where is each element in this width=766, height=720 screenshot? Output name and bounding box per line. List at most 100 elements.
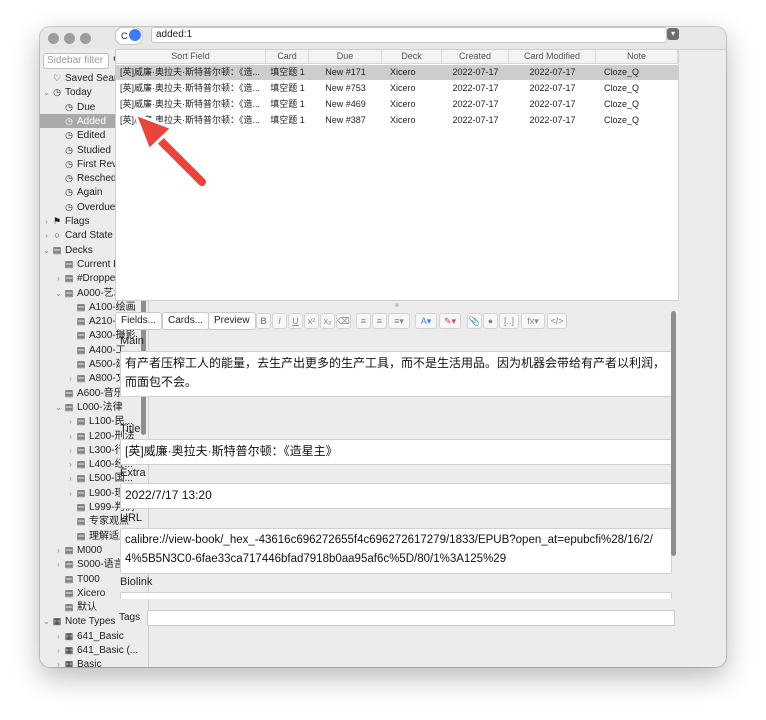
column-header[interactable]: Card Modified [509,50,596,63]
chevron-right-icon[interactable]: › [54,544,63,557]
chevron-down-icon[interactable]: ⌄ [42,86,51,99]
deck-icon: ▤ [64,387,74,398]
deck-icon: ▤ [64,573,74,584]
table-cell-sort: [英]威廉·奥拉夫·斯特普尔顿：《造... [120,67,260,77]
sidebar-item[interactable]: › ▦ 641_Basic (... [40,643,140,657]
table-cell-card: 填空题 1 [270,83,305,93]
align-icon[interactable]: ≡▾ [388,313,410,329]
column-header[interactable]: Created [442,50,509,63]
table-cell-due: New #753 [325,83,366,93]
deck-icon: ▤ [52,244,62,255]
column-header[interactable]: Deck [382,50,442,63]
table-cell-due: New #469 [325,99,366,109]
table-cell-sort: [英]威廉·奥拉夫·斯特普尔顿：《造... [120,115,260,125]
sidebar-filter-input[interactable]: Sidebar filter [43,53,109,69]
field-editor[interactable] [120,592,672,599]
table-row[interactable]: [英]威廉·奥拉夫·斯特普尔顿：《造... 填空题 1 New #753 Xicero… [116,81,678,96]
superscript-icon[interactable]: x² [304,313,319,329]
deck-icon: ▤ [64,559,74,570]
field-editor[interactable]: [英]威廉·奥拉夫·斯特普尔顿：《造星主》 [120,439,672,465]
sidebar-item-label: Today [65,87,92,99]
chevron-right-icon[interactable]: › [54,658,63,667]
deck-icon: ▤ [64,544,74,555]
text-color-icon[interactable]: A▾ [415,313,437,329]
cloze-icon[interactable]: [..] [499,313,519,329]
editor-scrollbar[interactable] [671,311,676,556]
column-header[interactable]: Sort Field [116,50,266,63]
deck-icon: ▤ [76,359,86,369]
field-editor[interactable]: calibre://view-book/_hex_-43616c69627265… [120,528,672,574]
chevron-right-icon[interactable]: › [66,430,75,443]
sidebar-item[interactable]: › ▦ 641_Basic [40,629,140,643]
math-icon[interactable]: fx▾ [521,313,545,329]
sidebar-item[interactable]: › ▦ Basic [40,657,140,667]
deck-icon: ▤ [64,401,74,412]
eraser-icon[interactable]: ⌫ [336,313,351,329]
chevron-right-icon[interactable]: › [66,472,75,485]
table-cell-modified: 2022-07-17 [529,99,576,109]
chevron-right-icon[interactable]: › [42,229,51,242]
tags-bar: Tags [115,610,677,628]
column-header[interactable]: Due [309,50,382,63]
search-bar: C added:1 ▾ [115,27,679,45]
editor-toolbar: Fields... Cards... Preview B I U x² x₂ ⌫… [115,312,677,330]
field-editor[interactable]: 有产者压榨工人的能量，去生产出更多的生产工具，而不是生活用品。因为机器会带给有产… [120,351,672,397]
chevron-right-icon[interactable]: › [66,444,75,457]
deck-icon: ▤ [64,273,74,284]
column-header[interactable]: Note [596,50,678,63]
numbered-list-icon[interactable]: ≡ [372,313,387,329]
chevron-down-icon[interactable]: ⌄ [42,244,51,257]
table-row[interactable]: [英]威廉·奥拉夫·斯特普尔顿：《造... 填空题 1 New #387 Xicero… [116,113,678,128]
table-cell-deck: Xicero [390,99,416,109]
bullet-list-icon[interactable]: ≡ [356,313,371,329]
field-editor[interactable]: 2022/7/17 13:20 [120,483,672,509]
underline-icon[interactable]: U [288,313,303,329]
chevron-right-icon[interactable]: › [66,458,75,471]
table-cell-modified: 2022-07-17 [529,83,576,93]
cards-button[interactable]: Cards... [162,312,210,330]
subscript-icon[interactable]: x₂ [320,313,335,329]
table-row[interactable]: [英]威廉·奥拉夫·斯特普尔顿：《造... 填空题 1 New #171 Xicero… [116,65,678,80]
table-row[interactable]: [英]威廉·奥拉夫·斯特普尔顿：《造... 填空题 1 New #469 Xicero… [116,97,678,112]
notetype-icon: ▦ [64,659,74,667]
html-editor-icon[interactable]: </> [547,313,567,329]
table-cell-due: New #171 [325,67,366,77]
chevron-down-icon[interactable]: ⌄ [42,615,51,628]
fields-button[interactable]: Fields... [115,312,163,330]
chevron-right-icon[interactable]: › [66,415,75,428]
preview-button[interactable]: Preview [208,312,256,330]
chevron-right-icon[interactable]: › [54,272,63,285]
table-cell-deck: Xicero [390,115,416,125]
deck-icon: ▤ [76,416,86,427]
cards-notes-toggle[interactable]: C [115,27,143,45]
sidebar-item-label: Overdue [77,201,116,213]
table-cell-note: Cloze_Q [604,115,640,125]
deck-icon: ▤ [64,602,74,613]
clock-icon: ◷ [65,187,73,198]
chevron-down-icon[interactable]: ⌄ [54,401,63,414]
chevron-right-icon[interactable]: › [54,558,63,571]
microphone-icon[interactable]: ● [483,313,498,329]
column-header[interactable]: Card [266,50,309,63]
sidebar-item-label: Studied [77,144,111,156]
chevron-right-icon[interactable]: › [54,630,63,643]
bold-icon[interactable]: B [256,313,271,329]
italic-icon[interactable]: I [272,313,287,329]
search-input[interactable]: added:1 [151,27,667,43]
highlight-icon[interactable]: ✎▾ [439,313,461,329]
chevron-right-icon[interactable]: › [66,372,75,385]
sidebar-item-label: Note Types [65,616,116,628]
chevron-right-icon[interactable]: › [42,215,51,228]
table-cell-created: 2022-07-17 [452,83,499,93]
sidebar-item-label: 641_Basic [77,630,124,642]
chevron-down-icon[interactable]: ▾ [667,28,679,40]
chevron-down-icon[interactable]: ⌄ [54,287,63,300]
clock-icon: ◷ [53,87,61,98]
sidebar-item-label: Added [77,115,106,127]
tags-input[interactable] [147,610,675,626]
chevron-right-icon[interactable]: › [54,644,63,657]
chevron-right-icon[interactable]: › [66,487,75,500]
splitter-handle[interactable] [395,303,399,307]
clock-icon: ◷ [65,144,73,155]
attachment-icon[interactable]: 📎 [467,313,482,329]
